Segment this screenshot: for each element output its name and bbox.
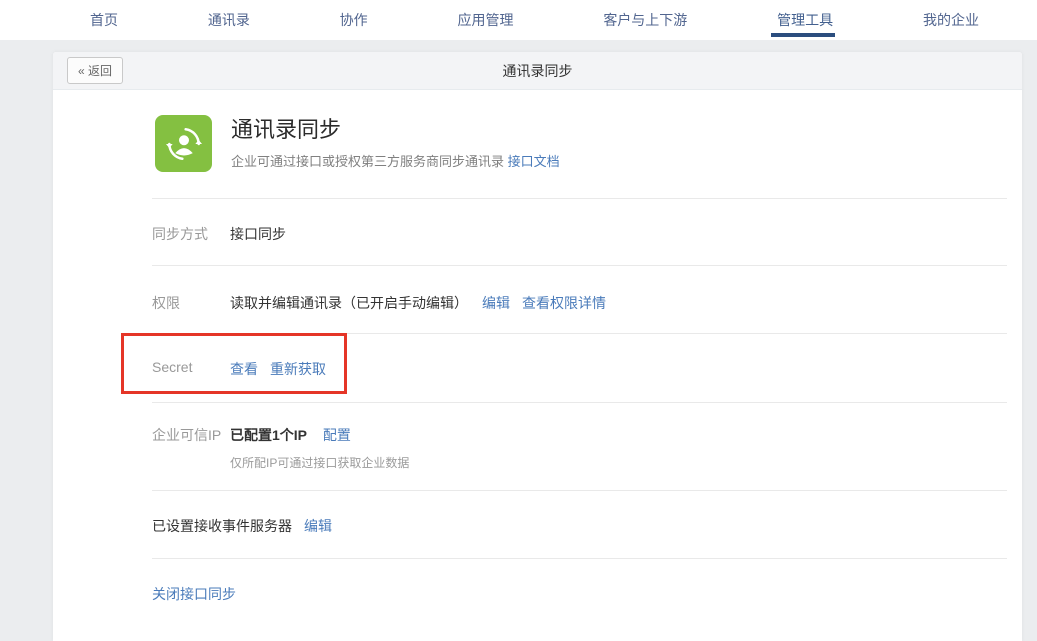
nav-item-customers[interactable]: 客户与上下游 — [603, 0, 687, 40]
trusted-ip-note: 仅所配IP可通过接口获取企业数据 — [230, 454, 409, 471]
row-trusted-ip: 企业可信IP 已配置1个IP 配置 仅所配IP可通过接口获取企业数据 — [152, 402, 1007, 490]
back-button[interactable]: « 返回 — [67, 57, 123, 84]
permission-label: 权限 — [152, 293, 230, 313]
contact-sync-icon — [155, 115, 212, 172]
trusted-ip-content: 已配置1个IP 配置 仅所配IP可通过接口获取企业数据 — [230, 425, 409, 471]
api-doc-link[interactable]: 接口文档 — [508, 154, 560, 169]
row-secret: Secret 查看 重新获取 — [152, 333, 1007, 402]
event-server-edit-link[interactable]: 编辑 — [304, 516, 332, 536]
app-subtitle: 企业可通过接口或授权第三方服务商同步通讯录 接口文档 — [231, 151, 560, 170]
close-sync-link[interactable]: 关闭接口同步 — [152, 584, 236, 604]
permission-details-link[interactable]: 查看权限详情 — [522, 293, 606, 313]
page: 首页 通讯录 协作 应用管理 客户与上下游 管理工具 我的企业 « 返回 通讯录… — [0, 0, 1037, 641]
sync-method-value: 接口同步 — [230, 224, 286, 244]
secret-label: Secret — [152, 359, 230, 375]
top-navigation: 首页 通讯录 协作 应用管理 客户与上下游 管理工具 我的企业 — [0, 0, 1037, 40]
trusted-ip-configure-link[interactable]: 配置 — [323, 427, 351, 443]
nav-item-contacts[interactable]: 通讯录 — [208, 0, 250, 40]
nav-item-collaboration[interactable]: 协作 — [340, 0, 368, 40]
page-title: 通讯录同步 — [53, 61, 1022, 81]
contact-sync-icon-glyph — [164, 124, 204, 164]
nav-item-admin-tools[interactable]: 管理工具 — [777, 0, 833, 40]
app-title: 通讯录同步 — [231, 116, 560, 144]
row-close-sync: 关闭接口同步 — [152, 558, 1007, 641]
permission-edit-link[interactable]: 编辑 — [482, 293, 510, 313]
secret-regenerate-link[interactable]: 重新获取 — [270, 359, 326, 379]
event-server-text: 已设置接收事件服务器 — [152, 516, 292, 536]
app-header-text: 通讯录同步 企业可通过接口或授权第三方服务商同步通讯录 接口文档 — [231, 115, 560, 198]
nav-item-home[interactable]: 首页 — [90, 0, 118, 40]
row-event-server: 已设置接收事件服务器 编辑 — [152, 490, 1007, 558]
card-header: « 返回 通讯录同步 — [53, 52, 1022, 90]
card-body: 通讯录同步 企业可通过接口或授权第三方服务商同步通讯录 接口文档 同步方式 接口… — [53, 90, 1022, 641]
permission-value: 读取并编辑通讯录（已开启手动编辑） — [230, 293, 468, 313]
row-permission: 权限 读取并编辑通讯录（已开启手动编辑） 编辑 查看权限详情 — [152, 265, 1007, 333]
trusted-ip-label: 企业可信IP — [152, 425, 230, 445]
secret-view-link[interactable]: 查看 — [230, 359, 258, 379]
nav-item-my-company[interactable]: 我的企业 — [923, 0, 979, 40]
app-header: 通讯录同步 企业可通过接口或授权第三方服务商同步通讯录 接口文档 — [152, 90, 1007, 198]
row-sync-method: 同步方式 接口同步 — [152, 198, 1007, 265]
trusted-ip-value: 已配置1个IP — [230, 427, 307, 443]
contact-sync-card: « 返回 通讯录同步 — [53, 52, 1022, 641]
sync-method-label: 同步方式 — [152, 224, 230, 244]
nav-item-app-management[interactable]: 应用管理 — [457, 0, 513, 40]
app-subtitle-text: 企业可通过接口或授权第三方服务商同步通讯录 — [231, 154, 504, 169]
